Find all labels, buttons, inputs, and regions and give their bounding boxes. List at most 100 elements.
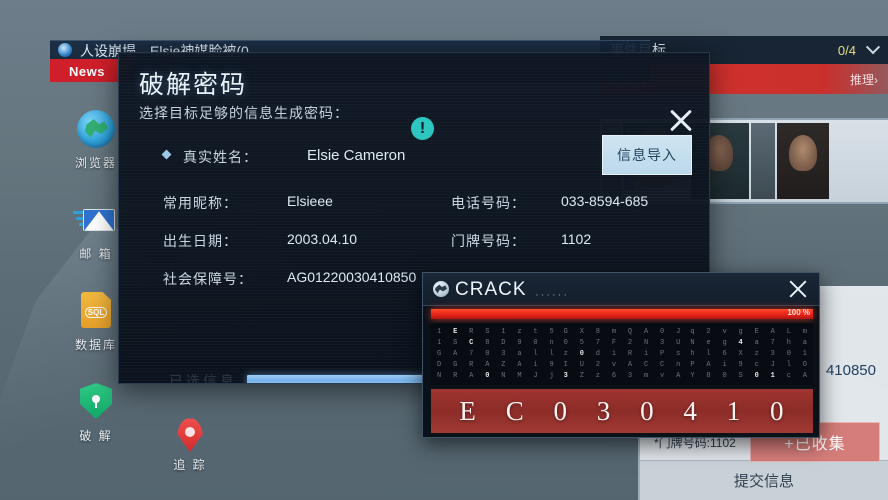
crack-grid-char: z [517,328,522,336]
crack-grid-char: 2 [627,339,633,347]
crack-grid-char: 6 [611,372,617,380]
crack-grid-char: 2 [595,361,600,369]
submit-info-button[interactable]: 提交信息 [640,460,888,500]
birthdate-value: 2003.04.10 [287,231,358,247]
crack-grid-char: i [533,361,538,369]
database-file-icon: SQL [77,292,115,330]
crack-grid-char: S [453,339,458,347]
diamond-bullet-icon [161,149,172,160]
crack-grid-char: 3 [660,339,665,347]
import-info-button[interactable]: 信息导入 [602,135,692,175]
chevron-down-icon[interactable] [865,40,881,55]
crack-grid-char: 8 [485,339,490,347]
crack-grid-char: 0 [754,372,759,380]
crack-result-char: 0 [640,395,655,426]
crack-grid-char: R [627,350,633,358]
crack-grid-char: t [533,328,538,336]
crack-grid-char: 8 [595,328,600,336]
crack-grid-char: 9 [549,361,554,369]
crack-grid-char: s [676,350,681,358]
crack-grid-row: N R A 0 N M Jj [437,371,554,382]
crack-grid-char: E [754,328,759,336]
crack-grid-char: E [453,328,458,336]
crack-grid-char: g [738,328,743,336]
phone-value: 033-8594-685 [561,193,649,209]
crack-grid-char: 3 [627,372,633,380]
database-file-shape: SQL [81,292,111,328]
info-row[interactable]: 出生日期： 2003.04.10 门牌号码： 1102 [163,231,683,269]
crack-grid-char: m [802,328,807,336]
crack-grid-char: a [517,350,522,358]
door-number-label: 门牌号码： [451,233,526,249]
info-row[interactable]: 常用昵称： Elsieee 电话号码： 033-8594-685 [163,193,683,231]
nickname-label: 常用昵称： [163,195,238,211]
crack-grid-char: 9 [738,361,743,369]
crack-grid-char: g [722,339,727,347]
crack-grid-char: l [533,350,538,358]
desktop-icon-crack[interactable]: 破 解 [60,383,132,444]
crack-grid-char: n [549,339,554,347]
desktop-icon-track[interactable]: 追 踪 [154,418,226,473]
door-number-value: 1102 [561,231,592,247]
dialog-title: 破解密码 [139,71,248,99]
crack-progress-window: CRACK ······ 100 % 1ERS1zt51SC8D90nGA703… [422,272,820,438]
crack-result-char: 3 [596,395,612,426]
crack-grid-char: G [453,361,458,369]
portrait-item[interactable] [751,123,775,199]
crack-grid-char: D [437,361,442,369]
crack-grid-char: J [676,328,681,336]
crack-grid-char: P [660,350,665,358]
shield-key-icon [77,383,115,421]
deduction-link[interactable]: 推理› [850,71,878,88]
crack-result-char: 4 [683,395,698,426]
crack-grid-char: z [595,372,600,380]
nickname-value: Elsieee [287,193,333,209]
crack-grid-char: q [690,328,695,336]
crack-grid-char: N [643,339,649,347]
crack-result-char: 1 [726,395,742,426]
crack-grid-char: 6 [722,350,727,358]
crack-grid-char: U [579,361,584,369]
crack-grid-char: 0 [722,372,727,380]
crack-grid-char: v [660,372,665,380]
crack-grid-char: c [754,361,759,369]
crack-grid-char: A [676,372,681,380]
crack-progress-fill [431,309,813,319]
crack-grid-char: 0 [563,339,568,347]
crack-grid-char: A [643,328,649,336]
crack-loading-dots: ······ [535,289,569,301]
crack-grid-char: l [786,361,791,369]
sql-badge: SQL [84,306,108,318]
crack-grid-char: A [469,372,474,380]
crack-grid-char: a [754,339,759,347]
crack-grid-char: n [676,361,681,369]
globe-icon [77,110,115,148]
crack-grid-char: 8 [706,372,711,380]
real-name-row[interactable]: 真实姓名： Elsie Cameron 信息导入 [139,135,692,175]
crack-grid-char: O [802,361,807,369]
dialog-subtitle: 选择目标足够的信息生成密码： [139,105,349,121]
crack-grid-char: a [802,339,807,347]
crack-grid-char: Y [690,372,695,380]
crack-grid-char: 2 [706,328,711,336]
close-icon[interactable] [787,278,809,300]
dialog-ghost-text: 已选信息 [169,373,237,384]
ssn-label: 社会保障号： [163,271,253,287]
shield-shape [80,383,112,419]
crack-grid-column: 1ERS1zt51SC8D90nGA703allDGRAZAi9NRA0NMJj [437,327,554,381]
real-name-value: Elsie Cameron [307,147,406,164]
crack-grid-char: R [469,361,474,369]
crack-grid-char: j [549,372,554,380]
crack-progress-bar: 100 % [431,308,813,319]
crack-grid-char: m [611,328,617,336]
close-icon[interactable] [665,105,695,135]
ssn-value: AG01220030410850 [287,269,417,285]
crack-grid-char: G [437,350,442,358]
birthdate-label: 出生日期： [163,233,238,249]
portrait-item[interactable] [777,123,829,199]
event-progress-count: 0/4 [837,42,856,58]
desktop-icon-label: 破 解 [79,429,113,443]
crack-grid-char: 7 [469,350,474,358]
crack-grid-char: 5 [579,339,584,347]
crack-grid-char: h [786,339,791,347]
